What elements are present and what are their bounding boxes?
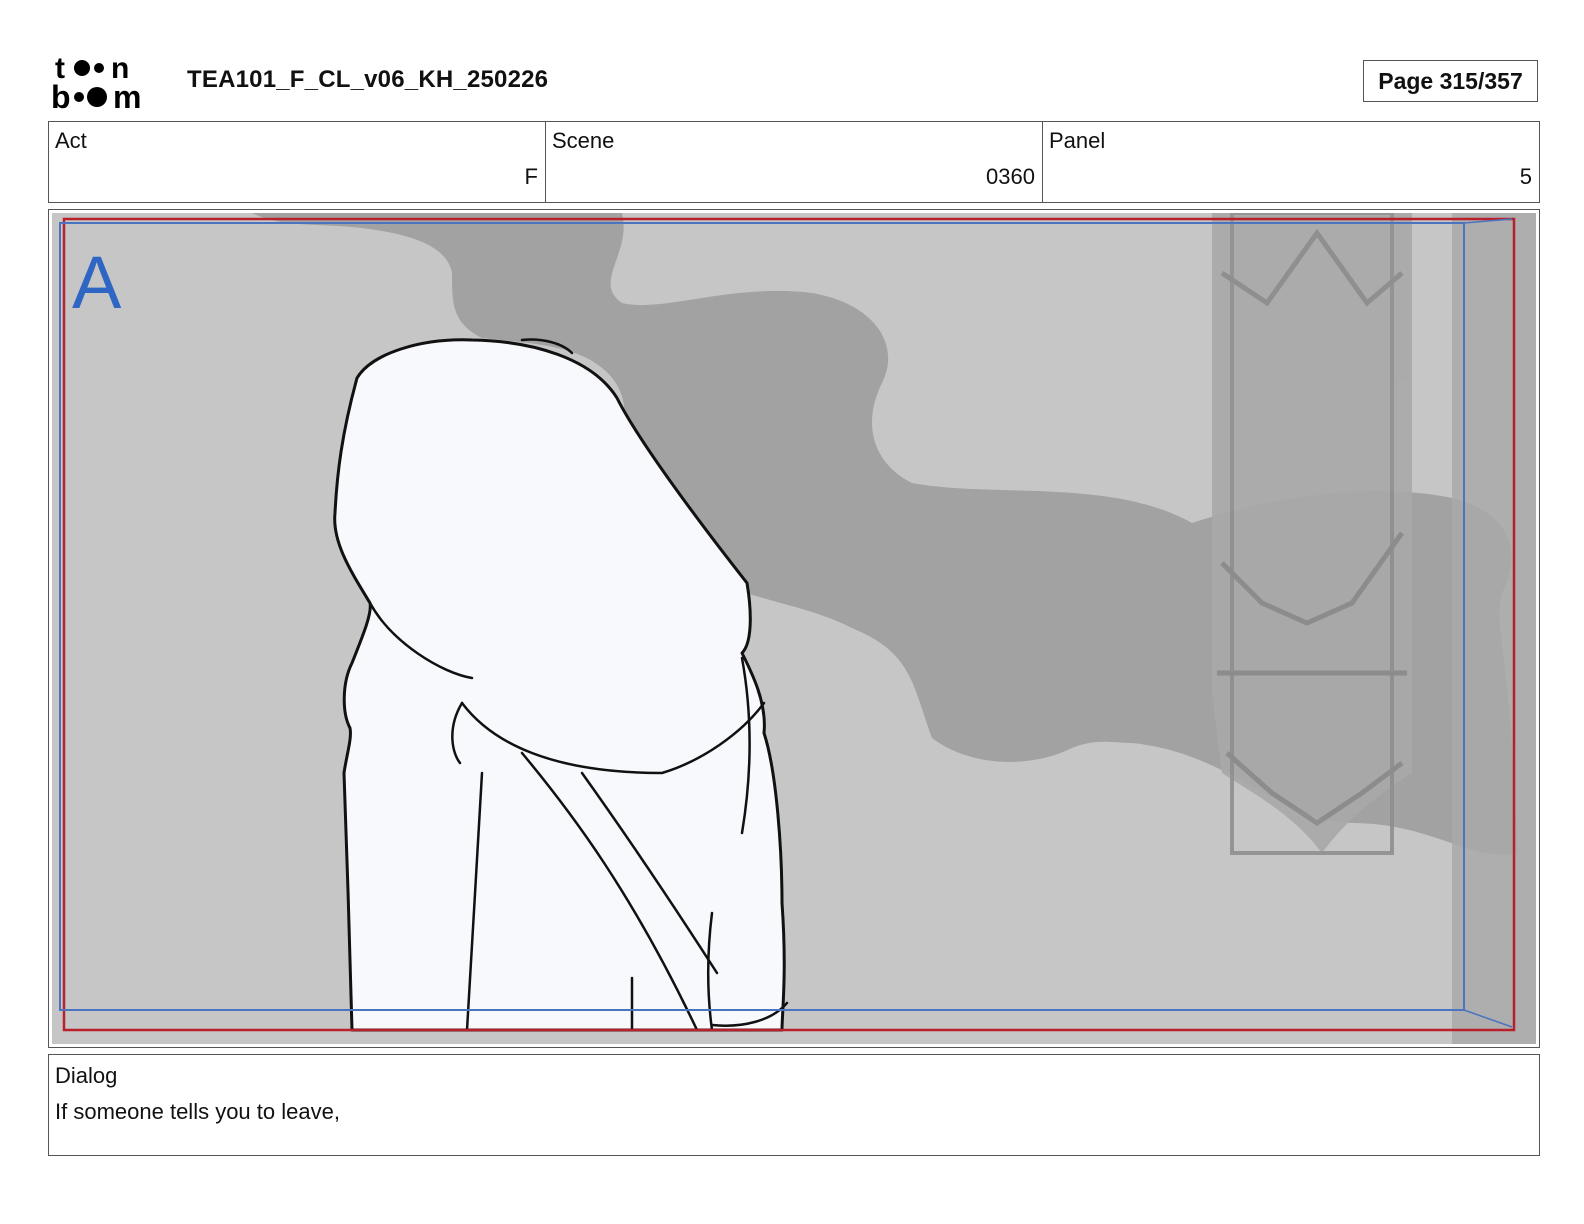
svg-text:m: m [113,79,141,112]
storyboard-panel: A [48,209,1540,1048]
panel-drawing: A [52,213,1536,1044]
panel-cell: Panel 5 [1043,122,1539,202]
dialog-box: Dialog If someone tells you to leave, [48,1054,1540,1156]
scene-value: 0360 [986,164,1035,189]
dialog-text: If someone tells you to leave, [55,1099,340,1124]
svg-text:b: b [51,79,71,112]
panel-value: 5 [1519,164,1532,189]
dialog-label: Dialog [55,1063,118,1088]
panel-label: Panel [1049,128,1106,153]
toon-boom-logo: t n b m [51,50,163,115]
document-title: TEA101_F_CL_v06_KH_250226 [187,66,549,93]
page-indicator: Page 315/357 [1363,60,1538,102]
act-value: F [524,164,538,189]
panel-info-table: Act F Scene 0360 Panel 5 [48,121,1540,203]
act-cell: Act F [49,122,546,202]
scene-label: Scene [552,128,615,153]
scene-cell: Scene 0360 [546,122,1043,202]
layer-marker: A [72,241,122,324]
pillar [1212,213,1412,855]
act-label: Act [55,128,87,153]
